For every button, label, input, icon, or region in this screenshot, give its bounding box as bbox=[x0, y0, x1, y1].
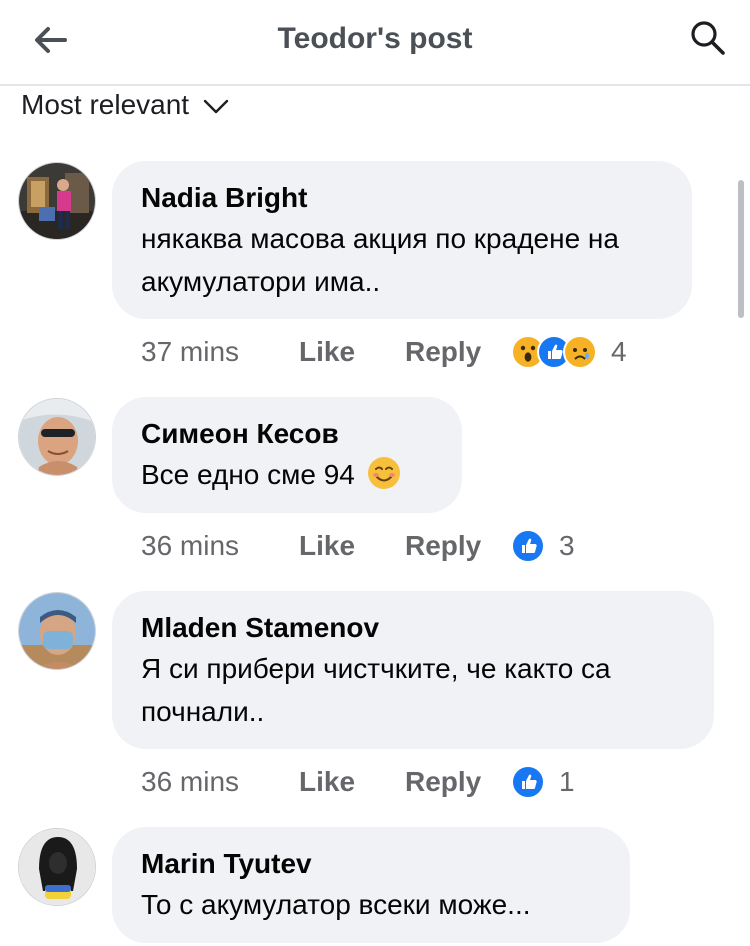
comment-actions: 36 mins Like Reply 3 bbox=[141, 528, 575, 564]
comment-author[interactable]: Mladen Stamenov bbox=[141, 609, 684, 647]
sort-dropdown[interactable]: Most relevant bbox=[21, 88, 229, 122]
avatar[interactable] bbox=[18, 162, 96, 240]
comment-bubble[interactable]: Mladen Stamenov Я си прибери чистчките, … bbox=[112, 591, 714, 749]
like-button[interactable]: Like bbox=[299, 766, 405, 798]
reactions-summary[interactable]: 1 bbox=[511, 765, 575, 799]
reaction-count: 3 bbox=[559, 530, 575, 561]
comment-author[interactable]: Симеон Кесов bbox=[141, 415, 432, 453]
smiling-face-icon bbox=[367, 457, 400, 489]
scrollbar[interactable] bbox=[738, 180, 744, 318]
page-title: Teodor's post bbox=[277, 22, 473, 55]
chevron-down-icon bbox=[203, 99, 229, 114]
avatar-photo bbox=[19, 829, 95, 905]
comment-actions: 36 mins Like Reply 1 bbox=[141, 764, 575, 800]
comment-author[interactable]: Marin Tyutev bbox=[141, 845, 600, 883]
like-reaction-icon bbox=[511, 765, 545, 799]
avatar-photo bbox=[19, 163, 95, 239]
top-bar: Teodor's post bbox=[0, 0, 750, 86]
comment-author[interactable]: Nadia Bright bbox=[141, 179, 662, 217]
comment-time[interactable]: 36 mins bbox=[141, 766, 299, 798]
comment-bubble[interactable]: Marin Tyutev То с акумулатор всеки може.… bbox=[112, 827, 630, 943]
like-button[interactable]: Like bbox=[299, 336, 405, 368]
sad-reaction-icon bbox=[563, 335, 597, 369]
comment-bubble[interactable]: Nadia Bright някаква масова акция по кра… bbox=[112, 161, 692, 319]
search-button[interactable] bbox=[686, 16, 730, 60]
comment-text-row: Все едно сме 94 bbox=[141, 453, 432, 496]
comment-actions: 37 mins Like Reply 4 bbox=[141, 334, 627, 370]
reply-button[interactable]: Reply bbox=[405, 766, 511, 798]
like-button[interactable]: Like bbox=[299, 530, 405, 562]
comment-time[interactable]: 37 mins bbox=[141, 336, 299, 368]
reactions-summary[interactable]: 3 bbox=[511, 529, 575, 563]
comment-bubble[interactable]: Симеон Кесов Все едно сме 94 bbox=[112, 397, 462, 513]
avatar-photo bbox=[19, 399, 95, 475]
comment-time[interactable]: 36 mins bbox=[141, 530, 299, 562]
avatar-photo bbox=[19, 593, 95, 669]
reactions-summary[interactable]: 4 bbox=[511, 335, 627, 369]
sort-label: Most relevant bbox=[21, 89, 190, 120]
reply-button[interactable]: Reply bbox=[405, 530, 511, 562]
like-reaction-icon bbox=[511, 529, 545, 563]
comment-text: То с акумулатор всеки може... bbox=[141, 889, 531, 920]
reaction-count: 1 bbox=[559, 766, 575, 797]
reply-button[interactable]: Reply bbox=[405, 336, 511, 368]
avatar[interactable] bbox=[18, 592, 96, 670]
avatar[interactable] bbox=[18, 398, 96, 476]
search-icon bbox=[691, 21, 725, 55]
reaction-count: 4 bbox=[611, 336, 627, 367]
comment-text: някаква масова акция по крадене на акуму… bbox=[141, 223, 619, 297]
avatar[interactable] bbox=[18, 828, 96, 906]
comment-text: Я си прибери чистчките, че както са почн… bbox=[141, 653, 611, 727]
comment-text: Все едно сме 94 bbox=[141, 459, 355, 490]
